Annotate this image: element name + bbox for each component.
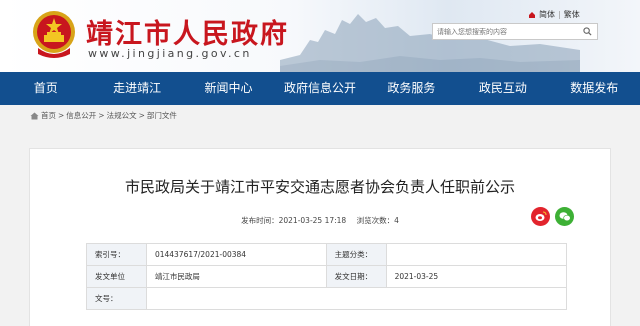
- share-wechat-button[interactable]: [555, 207, 574, 226]
- search-icon: [582, 27, 592, 36]
- topic-label: 主题分类：: [325, 243, 387, 266]
- publish-value: 2021-03-25 17:18: [278, 216, 347, 225]
- breadcrumb-regulations[interactable]: 法规公文: [107, 110, 137, 121]
- site-url: www.jingjiang.gov.cn: [88, 47, 252, 60]
- wechat-icon: [559, 212, 571, 222]
- site-header: 靖江市人民政府 www.jingjiang.gov.cn 简体 | 繁体: [0, 0, 640, 72]
- breadcrumb-separator: >: [98, 111, 105, 120]
- table-row: 发文单位 靖江市民政局 发文日期： 2021-03-25: [86, 265, 568, 288]
- topic-value: [385, 243, 568, 266]
- main-nav: 首页 走进靖江 新闻中心 政府信息公开 政务服务 政民互动 数据发布: [0, 72, 640, 105]
- nav-item-info-disclosure[interactable]: 政府信息公开: [274, 72, 365, 105]
- publish-label: 发布时间：: [241, 216, 279, 225]
- docno-value: [145, 287, 568, 310]
- breadcrumb-separator: >: [58, 111, 65, 120]
- simplified-chinese-link[interactable]: 简体: [539, 9, 555, 20]
- article-card: 市民政局关于靖江市平安交通志愿者协会负责人任职前公示 发布时间：2021-03-…: [29, 148, 611, 326]
- home-icon: [529, 11, 535, 18]
- index-label: 索引号：: [86, 243, 147, 266]
- home-icon: [30, 112, 39, 119]
- search-box: [432, 23, 598, 40]
- table-row: 索引号： 014437617/2021-00384 主题分类：: [86, 243, 568, 266]
- views-value: 4: [394, 216, 399, 225]
- national-emblem-icon: [33, 11, 75, 58]
- date-label: 发文日期：: [325, 265, 387, 288]
- article-title: 市民政局关于靖江市平安交通志愿者协会负责人任职前公示: [124, 178, 515, 196]
- nav-item-data[interactable]: 数据发布: [549, 72, 640, 105]
- index-value: 014437617/2021-00384: [145, 243, 327, 266]
- traditional-chinese-link[interactable]: 繁体: [564, 9, 580, 20]
- breadcrumb-info-disclosure[interactable]: 信息公开: [66, 110, 96, 121]
- date-value: 2021-03-25: [385, 265, 568, 288]
- search-input[interactable]: [433, 24, 578, 39]
- org-label: 发文单位: [86, 265, 147, 288]
- nav-item-about[interactable]: 走进靖江: [91, 72, 182, 105]
- org-value: 靖江市民政局: [145, 265, 327, 288]
- nav-item-home[interactable]: 首页: [0, 72, 91, 105]
- nav-item-interaction[interactable]: 政民互动: [457, 72, 548, 105]
- share-weibo-button[interactable]: [531, 207, 550, 226]
- breadcrumb-separator: >: [138, 111, 145, 120]
- article-meta: 发布时间：2021-03-25 17:18 浏览次数：4: [30, 215, 610, 226]
- language-switcher: 简体 | 繁体: [528, 9, 580, 20]
- document-info-table: 索引号： 014437617/2021-00384 主题分类： 发文单位 靖江市…: [86, 243, 568, 310]
- docno-label: 文号：: [86, 287, 147, 310]
- nav-item-news[interactable]: 新闻中心: [183, 72, 274, 105]
- table-row: 文号：: [86, 287, 568, 310]
- site-title[interactable]: 靖江市人民政府: [86, 12, 289, 51]
- breadcrumb: 首页 > 信息公开 > 法规公文 > 部门文件: [30, 110, 177, 121]
- breadcrumb-department-docs[interactable]: 部门文件: [147, 110, 177, 121]
- search-button[interactable]: [578, 24, 596, 39]
- weibo-icon: [535, 211, 546, 221]
- publish-time: 发布时间：2021-03-25 17:18: [241, 216, 346, 225]
- breadcrumb-home[interactable]: 首页: [41, 110, 56, 121]
- lang-separator: |: [558, 10, 561, 19]
- nav-item-services[interactable]: 政务服务: [366, 72, 457, 105]
- share-buttons: [531, 207, 574, 226]
- views-label: 浏览次数：: [356, 216, 395, 225]
- view-count: 浏览次数：4: [357, 216, 399, 225]
